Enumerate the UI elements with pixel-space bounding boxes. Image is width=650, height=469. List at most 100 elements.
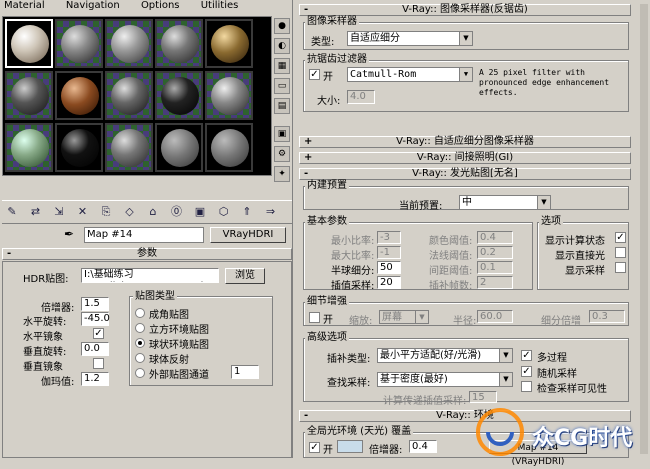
env-color-swatch[interactable] (337, 440, 363, 453)
maptype-radio-angular[interactable] (135, 308, 145, 318)
irradiance-rollout-header[interactable]: - V-Ray:: 发光贴图[无名] (299, 168, 631, 180)
show-map-icon[interactable]: ▣ (192, 204, 208, 220)
radius-label: 半径: (453, 316, 477, 327)
menu-navigation[interactable]: Navigation (62, 0, 120, 11)
copy-icon[interactable]: ⎘ (98, 204, 114, 220)
show-end-result-icon[interactable]: ⬡ (216, 204, 232, 220)
menu-options[interactable]: Options (137, 0, 180, 11)
interp-field[interactable]: 20 (377, 276, 401, 289)
effects-channel-icon[interactable]: ⓪ (169, 204, 185, 220)
maptype-radio-spherical[interactable] (135, 338, 145, 348)
panel-scrollbar[interactable] (640, 4, 648, 454)
multiplier-field[interactable]: 1.5 (81, 297, 109, 311)
preset-label: 当前预置: (399, 201, 443, 212)
scale-select[interactable]: 屏幕 ▼ (379, 310, 429, 324)
material-slot[interactable] (55, 71, 103, 120)
eyedropper-icon[interactable]: ✒ (64, 227, 80, 243)
select-by-material-icon[interactable]: ✦ (274, 166, 290, 182)
material-slot[interactable] (105, 19, 153, 68)
show-samples-checkbox[interactable] (615, 262, 626, 273)
env-on-checkbox[interactable]: ✓ (309, 442, 320, 453)
material-slot[interactable] (205, 123, 253, 172)
dist-thr-field[interactable]: 0.1 (477, 261, 513, 274)
environment-title: 全局光环境 (天光) 覆盖 (305, 426, 414, 438)
material-slot[interactable] (205, 71, 253, 120)
material-slot[interactable] (5, 19, 53, 68)
delete-icon[interactable]: ✕ (75, 204, 91, 220)
sampler-rollout-header[interactable]: - V-Ray:: 图像采样器(反锯齿) (299, 4, 631, 16)
library-icon[interactable]: ⌂ (145, 204, 161, 220)
menu-material[interactable]: Material (0, 0, 45, 11)
radius-field[interactable]: 60.0 (477, 310, 513, 323)
filter-select[interactable]: Catmull-Rom ▼ (347, 67, 473, 82)
aa-on-checkbox[interactable]: ✓ (309, 69, 320, 80)
material-slot[interactable] (155, 19, 203, 68)
gi-rollout-header[interactable]: + V-Ray:: 间接照明(GI) (299, 152, 631, 164)
show-direct-checkbox[interactable] (615, 247, 626, 258)
aa-on-label: 开 (323, 72, 333, 83)
go-parent-icon[interactable]: ⇑ (239, 204, 255, 220)
side-toolbar: ● ◐ ▦ ▭ ▤ ▣ ⚙ ✦ (272, 16, 292, 196)
maptype-radio-mirror[interactable] (135, 353, 145, 363)
background-checker-icon[interactable]: ▦ (274, 58, 290, 74)
vrot-field[interactable]: 0.0 (81, 342, 109, 356)
material-slot[interactable] (105, 71, 153, 120)
vflip-checkbox[interactable] (93, 358, 104, 369)
hsph-field[interactable]: 50 (377, 261, 401, 274)
min-rate-field[interactable]: -3 (377, 231, 401, 244)
map-type-button[interactable]: VRayHDRI (210, 227, 286, 243)
size-field[interactable]: 4.0 (347, 90, 375, 104)
material-slot[interactable] (55, 19, 103, 68)
interp-frames-field[interactable]: 2 (477, 276, 513, 289)
gamma-field[interactable]: 1.2 (81, 372, 109, 386)
clr-thr-label: 颜色阈值: (429, 236, 473, 247)
video-color-icon[interactable]: ▤ (274, 98, 290, 114)
material-slot[interactable] (55, 123, 103, 172)
material-slot[interactable] (155, 71, 203, 120)
browse-button[interactable]: 浏览 (225, 268, 265, 284)
maptype-radio-cubic[interactable] (135, 323, 145, 333)
assign-icon[interactable]: ⇲ (51, 204, 67, 220)
check-vis-label: 检查采样可见性 (537, 384, 607, 395)
multipass-checkbox[interactable]: ✓ (521, 350, 532, 361)
material-slot[interactable] (5, 123, 53, 172)
clr-thr-field[interactable]: 0.4 (477, 231, 513, 244)
material-slot[interactable] (5, 71, 53, 120)
options-icon[interactable]: ⚙ (274, 146, 290, 162)
hdr-path-field[interactable]: I:\基础练习\360\living_room_pano.h (81, 268, 219, 283)
hrot-field[interactable]: -45.0 (81, 312, 110, 326)
show-calc-checkbox[interactable]: ✓ (615, 232, 626, 243)
lookup-select[interactable]: 基于密度(最好) ▼ (377, 372, 513, 387)
unique-icon[interactable]: ◇ (122, 204, 138, 220)
check-vis-checkbox[interactable] (521, 381, 532, 392)
map-channel-field[interactable]: 1 (231, 365, 259, 379)
material-slot[interactable] (205, 19, 253, 68)
subdiv-mult-field[interactable]: 0.3 (589, 310, 625, 323)
get-material-icon[interactable]: ✎ (4, 204, 20, 220)
nrm-thr-field[interactable]: 0.2 (477, 246, 513, 259)
menu-utilities[interactable]: Utilities (197, 0, 239, 11)
sampler-type-select[interactable]: 自适应细分 ▼ (347, 31, 473, 46)
hflip-checkbox[interactable]: ✓ (93, 328, 104, 339)
adaptive-rollout-header[interactable]: + V-Ray:: 自适应细分图像采样器 (299, 136, 631, 148)
preset-select[interactable]: 中 ▼ (459, 195, 551, 210)
sample-type-icon[interactable]: ● (274, 18, 290, 34)
preview-icon[interactable]: ▣ (274, 126, 290, 142)
interp-type-select[interactable]: 最小平方适配(好/光滑) ▼ (377, 348, 513, 363)
filter-description: A 25 pixel filter with pronounced edge e… (479, 68, 610, 97)
max-rate-field[interactable]: -1 (377, 246, 401, 259)
put-to-scene-icon[interactable]: ⇄ (28, 204, 44, 220)
params-rollout-header[interactable]: - 参数 (2, 248, 292, 260)
backlight-icon[interactable]: ◐ (274, 38, 290, 54)
randomize-checkbox[interactable]: ✓ (521, 366, 532, 377)
map-name-field[interactable]: Map #14 (84, 227, 204, 243)
maptype-radio-channel[interactable] (135, 368, 145, 378)
env-mult-field[interactable]: 0.4 (409, 440, 437, 453)
detail-on-checkbox[interactable] (309, 312, 320, 323)
material-slot[interactable] (155, 123, 203, 172)
material-slot[interactable] (105, 123, 153, 172)
uv-tiling-icon[interactable]: ▭ (274, 78, 290, 94)
maptype-title: 贴图类型 (133, 291, 177, 303)
menu-bar: Material Navigation Options Utilities (0, 0, 292, 14)
go-sibling-icon[interactable]: ⇒ (263, 204, 279, 220)
